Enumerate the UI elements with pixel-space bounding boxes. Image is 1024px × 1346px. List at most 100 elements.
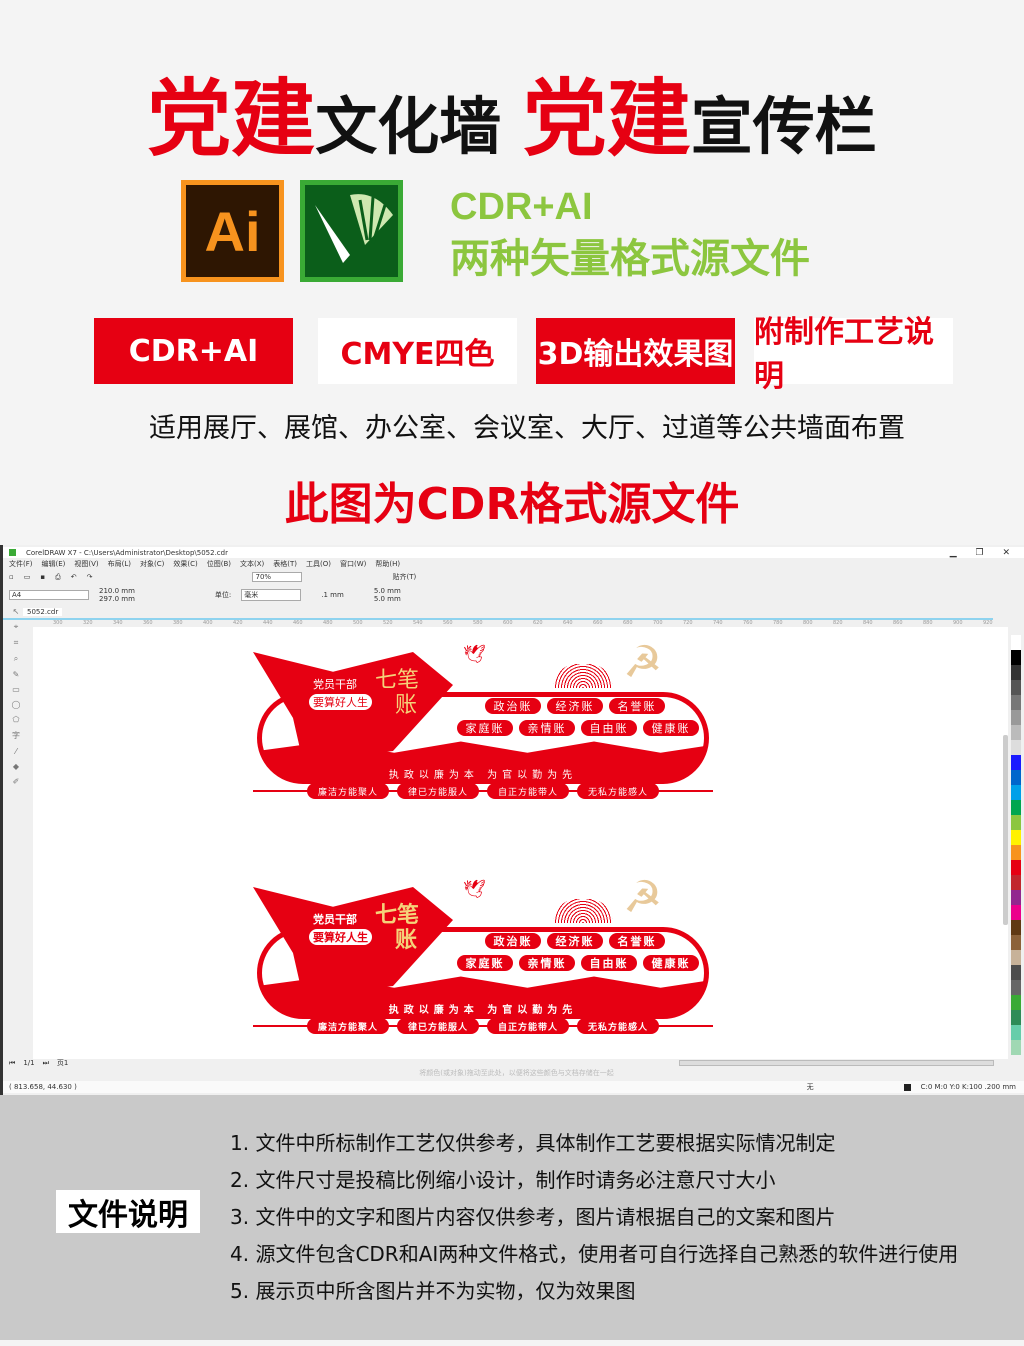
color-swatch[interactable]	[1011, 860, 1021, 875]
open-icon[interactable]: ▭	[24, 573, 31, 581]
menu-item[interactable]: 视图(V)	[74, 559, 98, 569]
color-swatch[interactable]	[1011, 650, 1021, 665]
hammer-sickle-icon: ☭	[623, 872, 663, 923]
color-swatch[interactable]	[1011, 755, 1021, 770]
redo-icon[interactable]: ↷	[87, 573, 93, 581]
menu-item[interactable]: 位图(B)	[207, 559, 231, 569]
color-swatch[interactable]	[1011, 890, 1021, 905]
color-swatch[interactable]	[1011, 695, 1021, 710]
account-pill: 经济账	[547, 933, 603, 949]
ruler-tick: 740	[713, 620, 723, 626]
menu-item[interactable]: 帮助(H)	[375, 559, 400, 569]
color-swatch[interactable]	[1011, 815, 1021, 830]
account-pill: 名誉账	[609, 698, 665, 714]
tab-5052[interactable]: 5052.cdr	[23, 608, 63, 616]
virtue-pill: 律已方能服人	[397, 1018, 479, 1034]
undo-icon[interactable]: ↶	[71, 573, 77, 581]
color-swatch[interactable]	[1011, 725, 1021, 740]
menu-item[interactable]: 布局(L)	[108, 559, 131, 569]
color-palette[interactable]	[1011, 635, 1021, 1055]
menu-item[interactable]: 效果(C)	[173, 559, 197, 569]
fill-tool-icon[interactable]: ◆	[13, 762, 19, 771]
ruler-tick: 780	[773, 620, 783, 626]
rectangle-tool-icon[interactable]: ▭	[12, 685, 20, 694]
color-swatch[interactable]	[1011, 665, 1021, 680]
ruler-tick: 720	[683, 620, 693, 626]
text-tool-icon[interactable]: 字	[12, 730, 20, 741]
color-swatch[interactable]	[1011, 770, 1021, 785]
menu-item[interactable]: 工具(O)	[306, 559, 331, 569]
color-swatch[interactable]	[1011, 635, 1021, 650]
ruler-tick: 840	[863, 620, 873, 626]
snap-menu[interactable]: 贴齐(T)	[392, 572, 416, 582]
account-pill: 政治账	[485, 933, 541, 949]
vertical-scrollbar[interactable]	[1003, 735, 1008, 925]
color-swatch[interactable]	[1011, 950, 1021, 965]
color-swatch[interactable]	[1011, 740, 1021, 755]
page-tab[interactable]: 页1	[57, 1058, 68, 1068]
status-bar: ( 813.658, 44.630 ) 无 C:0 M:0 Y:0 K:100 …	[3, 1081, 1024, 1093]
nudge-input[interactable]: .1 mm	[321, 591, 344, 599]
menu-item[interactable]: 编辑(E)	[42, 559, 66, 569]
color-swatch[interactable]	[1011, 980, 1021, 995]
illustrator-logo-icon: Ai	[181, 180, 284, 282]
color-swatch[interactable]	[1011, 1025, 1021, 1040]
menu-item[interactable]: 对象(C)	[140, 559, 164, 569]
polygon-tool-icon[interactable]: ⬠	[13, 715, 20, 724]
zoom-tool-icon[interactable]: ⌕	[14, 654, 18, 664]
color-swatch[interactable]	[1011, 845, 1021, 860]
color-swatch[interactable]	[1011, 920, 1021, 935]
page-width-input[interactable]: 210.0 mm	[99, 587, 135, 595]
color-swatch[interactable]	[1011, 1040, 1021, 1055]
print-icon[interactable]: ⎙	[55, 573, 61, 582]
fill-indicator: 无	[806, 1083, 814, 1091]
drawing-canvas[interactable]: 党员干部 要算好人生 七笔账 ☭ 🕊 政治账 经济账 名誉账 家庭账 亲情账 自由账 健康账 执政以廉为…	[33, 627, 1008, 1059]
color-swatch[interactable]	[1011, 830, 1021, 845]
last-page-icon[interactable]: ⏭	[43, 1059, 49, 1068]
new-icon[interactable]: ▫	[9, 573, 14, 581]
color-swatch[interactable]	[1011, 710, 1021, 725]
motto-text: 执政以廉为本 为官以勤为先	[388, 1005, 578, 1016]
unit-select[interactable]: 毫米	[241, 589, 302, 601]
horizontal-scrollbar[interactable]	[679, 1060, 994, 1066]
menu-item[interactable]: 文件(F)	[9, 559, 33, 569]
ruler-tick: 580	[473, 620, 483, 626]
color-swatch[interactable]	[1011, 785, 1021, 800]
ruler-tick: 300	[53, 620, 63, 626]
color-swatch[interactable]	[1011, 995, 1021, 1010]
color-swatch[interactable]	[1011, 800, 1021, 815]
ruler-tick: 760	[743, 620, 753, 626]
menu-item[interactable]: 窗口(W)	[340, 559, 366, 569]
shape-tool-icon[interactable]: ⌖	[14, 622, 19, 632]
color-swatch[interactable]	[1011, 965, 1021, 980]
window-controls[interactable]: ▁ ❐ ✕	[950, 548, 1018, 558]
menu-item[interactable]: 文本(X)	[240, 559, 264, 569]
virtue-pill: 廉洁方能聚人	[307, 1018, 389, 1034]
ellipse-tool-icon[interactable]: ◯	[12, 700, 21, 709]
save-icon[interactable]: ▪	[40, 573, 45, 581]
duplicate-x-input[interactable]: 5.0 mm	[374, 587, 401, 595]
color-swatch[interactable]	[1011, 905, 1021, 920]
duplicate-y-input[interactable]: 5.0 mm	[374, 595, 401, 603]
first-page-icon[interactable]: ⏮	[9, 1059, 15, 1068]
pick-tool-icon[interactable]: ↖	[13, 607, 20, 616]
color-swatch[interactable]	[1011, 875, 1021, 890]
page-height-input[interactable]: 297.0 mm	[99, 595, 135, 603]
line-tool-icon[interactable]: ⁄	[15, 747, 16, 756]
color-swatch[interactable]	[1011, 680, 1021, 695]
eyedropper-tool-icon[interactable]: ✐	[13, 777, 20, 786]
ruler-tick: 500	[353, 620, 363, 626]
ruler-tick: 920	[983, 620, 993, 626]
color-swatch[interactable]	[1011, 935, 1021, 950]
freehand-tool-icon[interactable]: ✎	[13, 670, 20, 679]
ruler-tick: 860	[893, 620, 903, 626]
account-pill: 家庭账	[457, 955, 513, 971]
color-swatch[interactable]	[1011, 1010, 1021, 1025]
note-item: 4. 源文件包含CDR和AI两种文件格式，使用者可自行选择自己熟悉的软件进行使用	[230, 1242, 959, 1266]
zoom-select[interactable]: 70%	[252, 572, 303, 582]
format-line2: 两种矢量格式源文件	[450, 236, 810, 282]
account-pill: 经济账	[547, 698, 603, 714]
page-size-select[interactable]: A4	[9, 590, 89, 600]
menu-item[interactable]: 表格(T)	[273, 559, 297, 569]
crop-tool-icon[interactable]: ⌗	[14, 638, 19, 648]
